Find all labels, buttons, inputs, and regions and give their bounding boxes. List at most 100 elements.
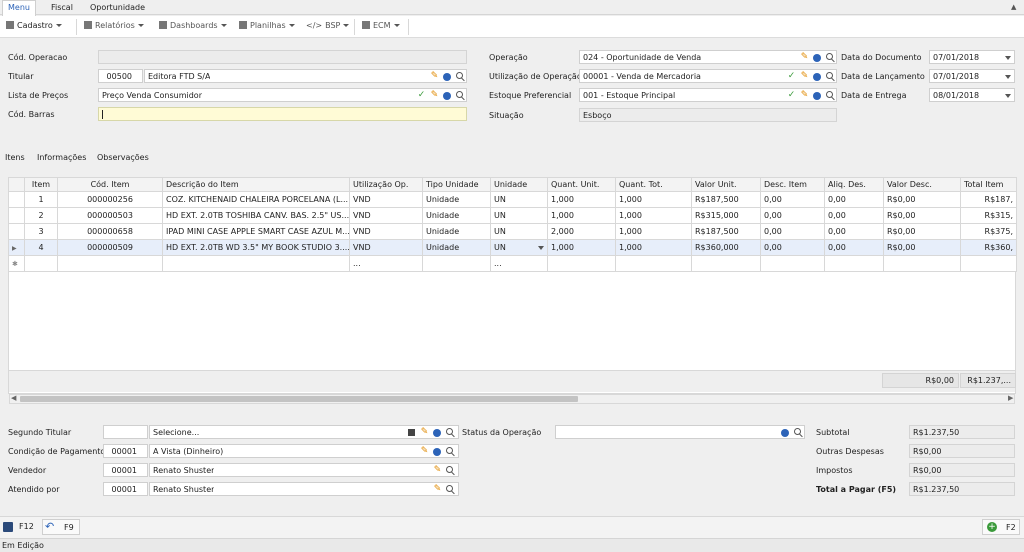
relatorios-menu-button[interactable]: Relatórios [84,21,144,30]
table-cell[interactable]: Unidade [422,239,491,256]
atendido-por-field[interactable]: Renato Shuster ✎ [149,482,459,496]
cod-barras-input[interactable] [98,107,467,121]
titular-name-field[interactable]: Editora FTD S/A ✎ [144,69,467,83]
table-row[interactable]: 1 000000256 COZ. KITCHENAID CHALEIRA POR… [8,191,1017,208]
col-header[interactable]: Valor Unit. [691,177,761,192]
data-lancamento-picker[interactable]: 07/01/2018 [929,69,1015,83]
unidade-dropdown-cell[interactable]: UN [490,239,548,256]
new-row[interactable]: ✱ ... ... [8,255,1017,272]
vendedor-field[interactable]: Renato Shuster ✎ [149,463,459,477]
details-icon[interactable] [443,73,451,81]
estoque-field[interactable]: 001 - Estoque Principal ✓ ✎ [579,88,837,102]
table-cell[interactable]: Unidade [422,191,491,208]
segundo-titular-code-field[interactable] [103,425,148,439]
table-cell[interactable]: R$0,00 [883,207,961,224]
col-header[interactable]: Quant. Tot. [615,177,692,192]
edit-icon[interactable]: ✎ [433,466,442,475]
condicao-pagamento-field[interactable]: A Vista (Dinheiro) ✎ [149,444,459,458]
scroll-right-icon[interactable]: ▶ [1008,394,1013,402]
table-cell[interactable]: R$360,000 [691,239,761,256]
table-cell[interactable]: COZ. KITCHENAID CHALEIRA PORCELANA (L... [162,191,350,208]
table-cell[interactable]: VND [349,223,423,240]
table-cell[interactable]: 1,000 [547,191,616,208]
table-cell[interactable]: 1,000 [615,191,692,208]
table-cell[interactable]: 000000509 [57,239,163,256]
table-cell[interactable]: 4 [24,239,58,256]
table-cell[interactable]: VND [349,191,423,208]
table-cell[interactable]: HD EXT. 2.0TB TOSHIBA CANV. BAS. 2.5" US… [162,207,350,224]
search-icon[interactable] [826,53,833,60]
row-selector[interactable] [8,207,25,224]
table-cell[interactable]: 1,000 [615,239,692,256]
table-cell[interactable]: Unidade [422,207,491,224]
search-icon[interactable] [826,72,833,79]
tab-fiscal[interactable]: Fiscal [51,3,73,12]
search-icon[interactable] [826,91,833,98]
row-selector[interactable] [8,223,25,240]
edit-icon[interactable]: ✎ [420,447,429,456]
tab-oportunidade[interactable]: Oportunidade [90,3,145,12]
row-selector[interactable]: ▶ [8,239,25,256]
table-cell[interactable]: 1 [24,191,58,208]
tab-informacoes[interactable]: Informações [37,153,86,162]
table-cell[interactable]: UN [490,207,548,224]
table-cell[interactable]: R$315,000 [691,207,761,224]
edit-icon[interactable]: ✎ [800,53,809,62]
edit-icon[interactable]: ✎ [433,485,442,494]
details-icon[interactable] [813,92,821,100]
table-cell[interactable]: 0,00 [824,223,884,240]
table-cell[interactable] [883,255,961,272]
search-icon[interactable] [446,428,453,435]
table-cell[interactable] [760,255,825,272]
ecm-menu-button[interactable]: ECM [362,21,400,30]
condicao-code-field[interactable]: 00001 [103,444,148,458]
chevron-down-icon[interactable] [1005,75,1011,79]
table-cell[interactable]: UN [490,191,548,208]
details-icon[interactable] [443,92,451,100]
dashboards-menu-button[interactable]: Dashboards [159,21,227,30]
table-cell[interactable] [162,255,350,272]
table-row[interactable]: 2 000000503 HD EXT. 2.0TB TOSHIBA CANV. … [8,207,1017,224]
cod-operacao-field[interactable] [98,50,467,64]
edit-icon[interactable]: ✎ [800,91,809,100]
table-cell[interactable]: 2 [24,207,58,224]
status-operacao-field[interactable] [555,425,805,439]
table-cell[interactable]: R$0,00 [883,239,961,256]
details-icon[interactable] [813,54,821,62]
scroll-left-icon[interactable]: ◀ [11,394,16,402]
atendido-code-field[interactable]: 00001 [103,482,148,496]
table-cell[interactable]: UN [490,223,548,240]
search-icon[interactable] [446,485,453,492]
search-icon[interactable] [446,447,453,454]
col-header[interactable]: Item [24,177,58,192]
table-cell[interactable]: VND [349,239,423,256]
table-row-selected[interactable]: ▶ 4 000000509 HD EXT. 2.0TB WD 3.5" MY B… [8,239,1017,256]
table-cell[interactable]: ... [490,255,548,272]
table-cell[interactable]: IPAD MINI CASE APPLE SMART CASE AZUL M..… [162,223,350,240]
data-documento-picker[interactable]: 07/01/2018 [929,50,1015,64]
table-cell[interactable]: 000000658 [57,223,163,240]
col-header[interactable]: Tipo Unidade [422,177,491,192]
chevron-down-icon[interactable] [1005,94,1011,98]
details-icon[interactable] [433,429,441,437]
table-cell[interactable]: 0,00 [824,239,884,256]
table-cell[interactable]: R$187,500 [691,191,761,208]
chevron-down-icon[interactable] [1005,56,1011,60]
table-cell[interactable]: 0,00 [824,207,884,224]
table-cell[interactable]: 1,000 [547,207,616,224]
titular-code-field[interactable]: 00500 [98,69,143,83]
grid-hscroll-thumb[interactable] [20,396,578,402]
bsp-menu-button[interactable]: </> BSP [306,21,350,30]
search-icon[interactable] [446,466,453,473]
operacao-field[interactable]: 024 - Oportunidade de Venda ✎ [579,50,837,64]
table-cell[interactable] [24,255,58,272]
table-cell[interactable] [960,255,1017,272]
utilizacao-field[interactable]: 00001 - Venda de Mercadoria ✓ ✎ [579,69,837,83]
details-icon[interactable] [813,73,821,81]
row-selector[interactable]: ✱ [8,255,25,272]
col-header[interactable]: Descrição do Item [162,177,350,192]
table-cell[interactable] [547,255,616,272]
table-cell[interactable] [691,255,761,272]
table-cell[interactable] [824,255,884,272]
tab-itens[interactable]: Itens [5,153,25,162]
